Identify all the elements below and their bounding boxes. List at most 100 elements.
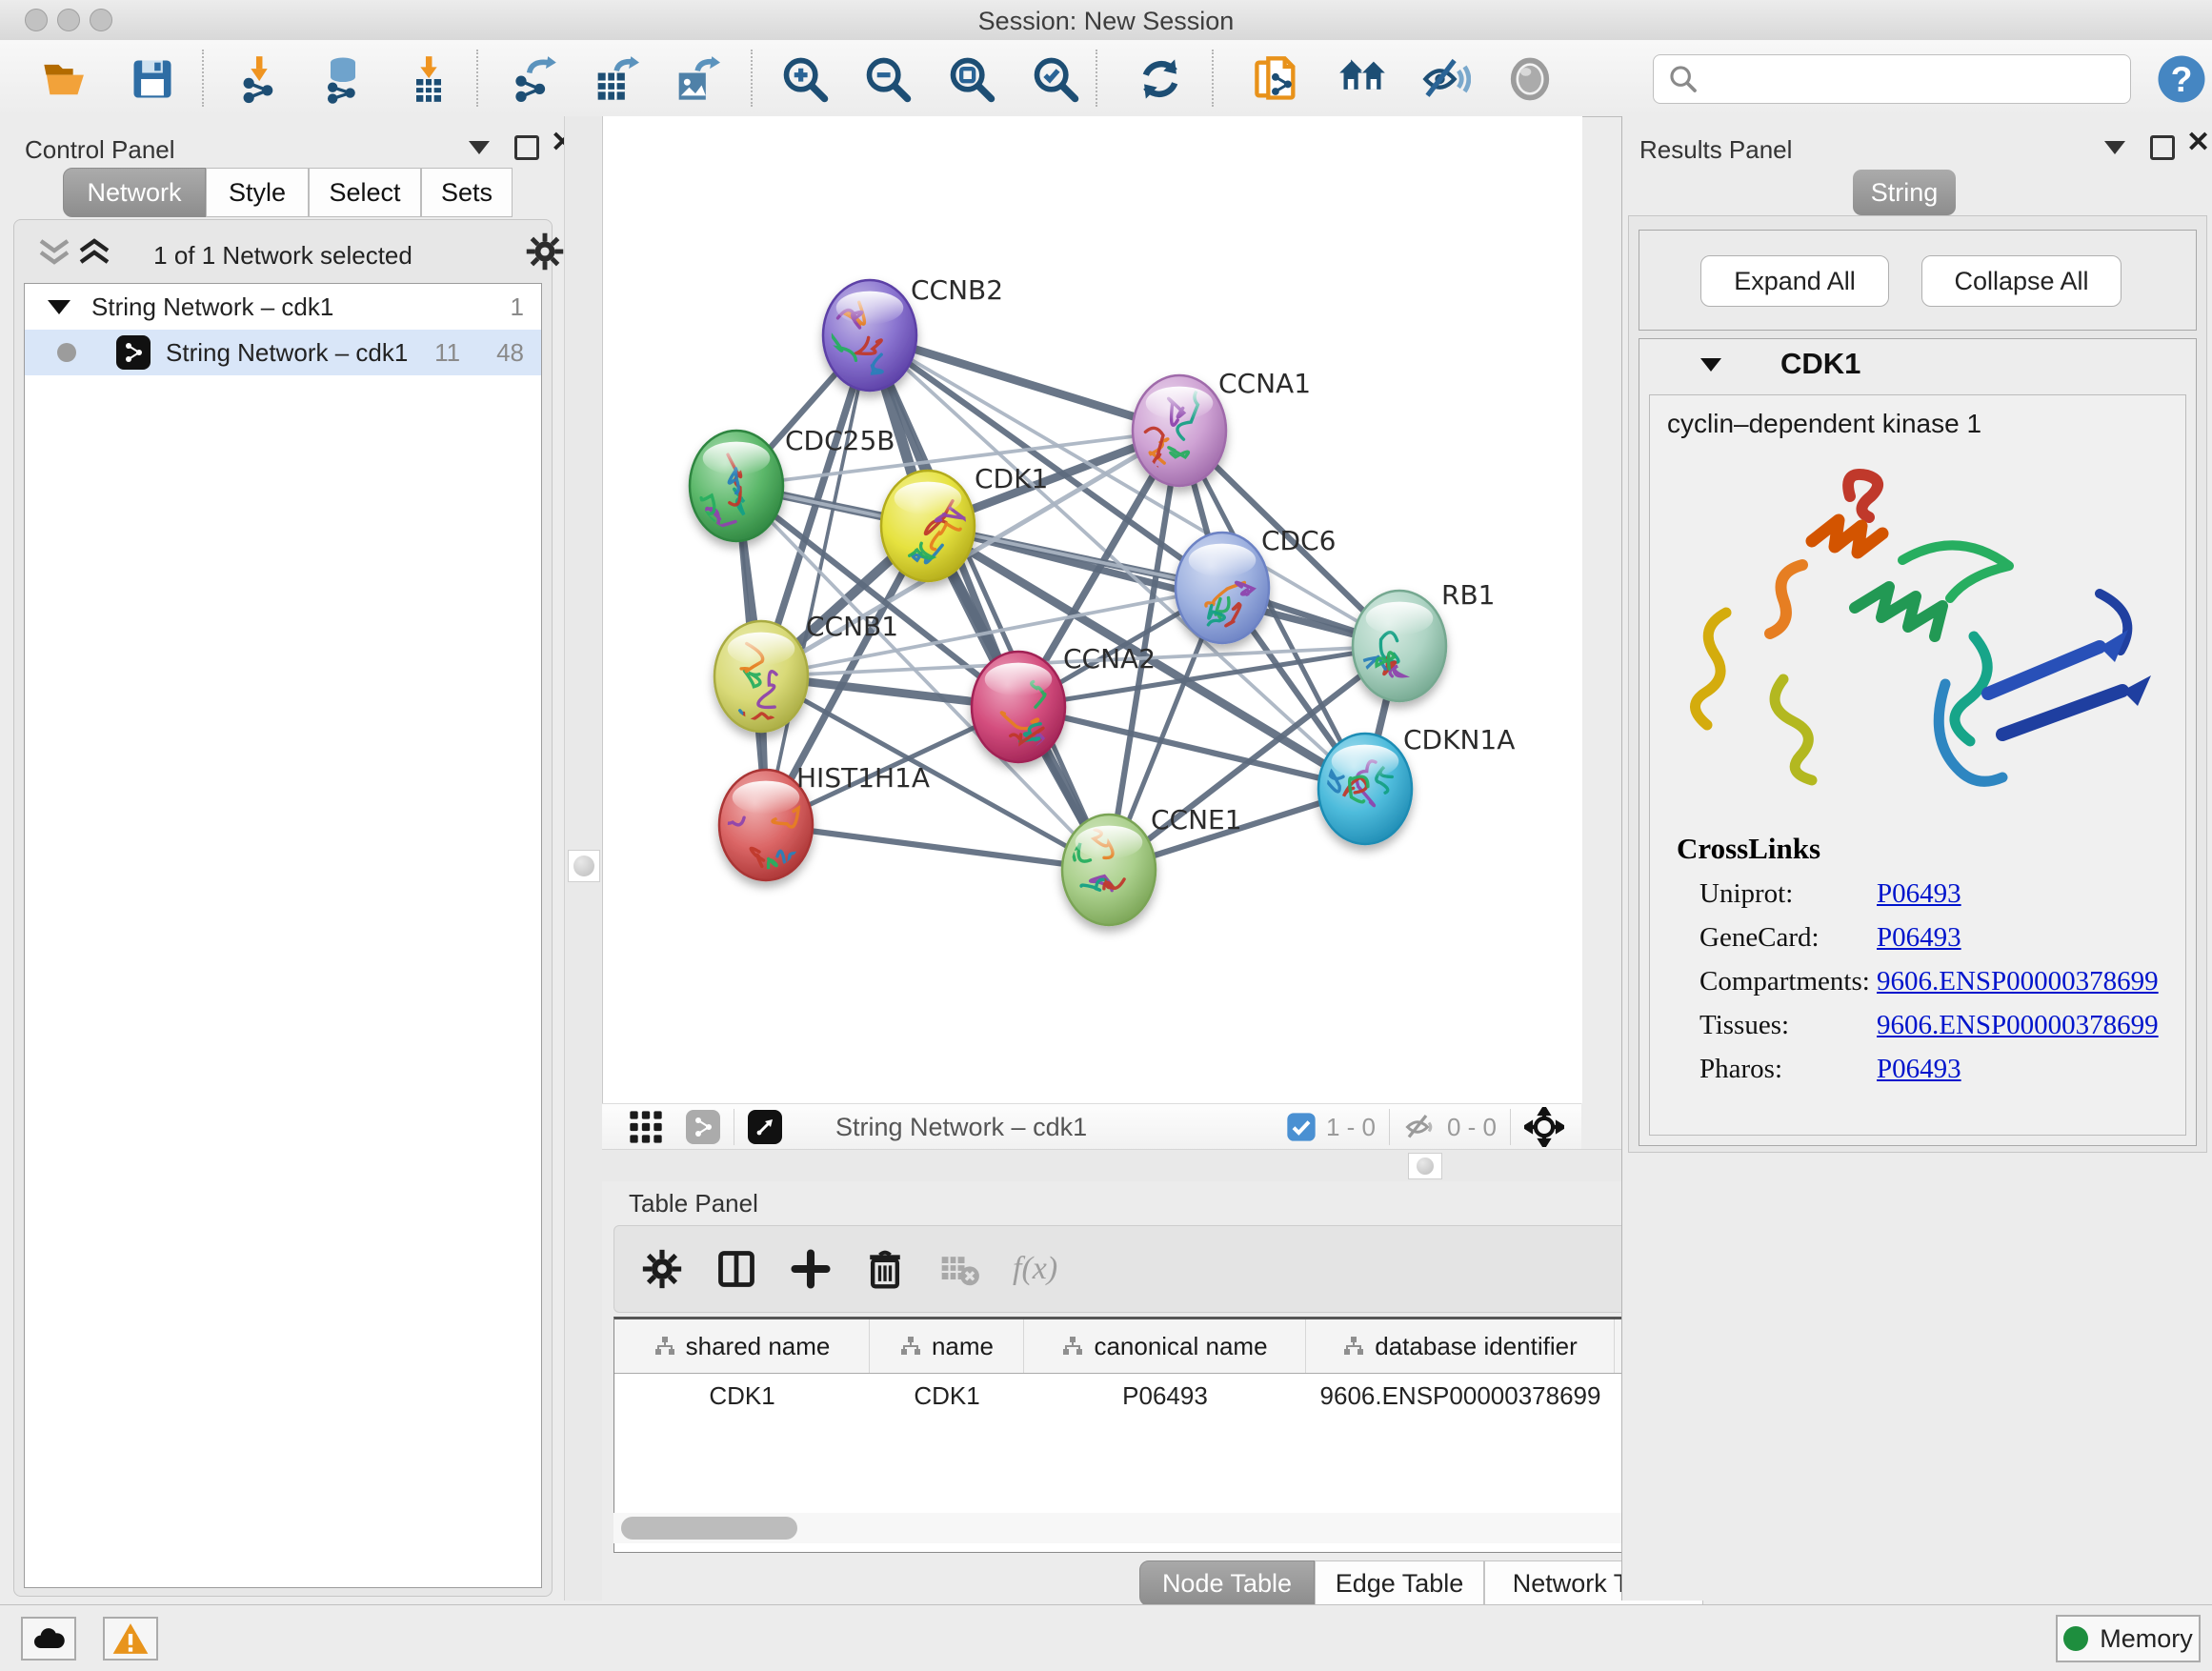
table-cell[interactable]: CDK1 — [614, 1381, 870, 1411]
table-splitter-handle[interactable] — [1408, 1153, 1442, 1179]
results-panel-title: Results Panel — [1639, 135, 1792, 165]
birdseye-view-icon[interactable] — [748, 1110, 782, 1144]
show-columns-icon[interactable] — [715, 1248, 757, 1290]
tab-select[interactable]: Select — [309, 168, 421, 217]
zoom-out-icon[interactable] — [861, 52, 915, 106]
search-box[interactable] — [1653, 54, 2131, 104]
gear-icon[interactable] — [525, 232, 565, 272]
memory-button[interactable]: Memory — [2056, 1615, 2201, 1662]
export-network-icon[interactable] — [507, 52, 560, 106]
hide-glasses-icon[interactable] — [1419, 52, 1473, 106]
zoom-in-icon[interactable] — [778, 52, 832, 106]
node-label-CCNA2: CCNA2 — [1063, 643, 1156, 674]
node-label-CDKN1A: CDKN1A — [1403, 724, 1515, 755]
panel-float-icon[interactable] — [514, 135, 539, 160]
table-gear-icon[interactable] — [641, 1248, 683, 1290]
node-RB1[interactable] — [1353, 591, 1446, 701]
zoom-fit-icon[interactable] — [945, 52, 998, 106]
scrollbar-thumb[interactable] — [621, 1517, 797, 1540]
node-CCNE1[interactable] — [1062, 815, 1156, 925]
crosslink-value-link[interactable]: P06493 — [1877, 878, 1961, 910]
network-tree: String Network – cdk1 1 String Network –… — [24, 283, 542, 1588]
node-CDKN1A[interactable] — [1318, 734, 1412, 844]
crosslink-value-link[interactable]: 9606.ENSP00000378699 — [1877, 966, 2159, 997]
node-label-RB1: RB1 — [1441, 579, 1495, 611]
crosslink-value-link[interactable]: P06493 — [1877, 922, 1961, 954]
zoom-selected-icon[interactable] — [1029, 52, 1082, 106]
tab-network[interactable]: Network — [63, 168, 206, 217]
table-cell[interactable]: 9606.ENSP00000378699 — [1306, 1381, 1615, 1411]
node-label-CCNB1: CCNB1 — [806, 611, 898, 642]
crosslink-value-link[interactable]: 9606.ENSP00000378699 — [1877, 1010, 2159, 1041]
search-icon — [1667, 63, 1699, 95]
open-session-icon[interactable] — [38, 52, 91, 106]
tab-edge-table[interactable]: Edge Table — [1315, 1560, 1484, 1606]
save-session-icon[interactable] — [126, 52, 179, 106]
expand-collapse-box: Expand All Collapse All — [1639, 230, 2197, 331]
panel-float-icon[interactable] — [2150, 135, 2175, 160]
node-CCNB1[interactable] — [714, 621, 808, 743]
node-CDC6[interactable] — [1176, 533, 1269, 643]
network-view-canvas[interactable]: CCNB2CCNA1CDC25BCDK1CDC6RB1CCNB1CCNA2CDK… — [602, 116, 1582, 1103]
node-label-CCNB2: CCNB2 — [911, 274, 1003, 306]
help-icon[interactable]: ? — [2155, 52, 2208, 106]
cloud-button[interactable] — [21, 1617, 76, 1661]
tab-string[interactable]: String — [1853, 170, 1956, 215]
gene-expander-icon[interactable] — [1700, 358, 1721, 372]
share-document-icon[interactable] — [1250, 52, 1303, 106]
left-splitter-handle[interactable] — [568, 850, 600, 882]
toolbar-divider — [1212, 50, 1214, 107]
table-cell[interactable]: P06493 — [1024, 1381, 1306, 1411]
column-header-canonicalname[interactable]: canonical name — [1024, 1319, 1306, 1373]
crosslink-value-link[interactable]: P06493 — [1877, 1054, 1961, 1085]
column-header-databaseidentifier[interactable]: database identifier — [1306, 1319, 1615, 1373]
tree-expander-icon[interactable] — [48, 300, 70, 314]
pan-crosshair-icon[interactable] — [1524, 1107, 1564, 1147]
expand-all-button[interactable]: Expand All — [1700, 255, 1889, 307]
import-network-database-icon[interactable] — [316, 52, 370, 106]
search-input[interactable] — [1709, 64, 2130, 95]
home-icon[interactable] — [1336, 52, 1389, 106]
network-graph[interactable]: CCNB2CCNA1CDC25BCDK1CDC6RB1CCNB1CCNA2CDK… — [603, 116, 1582, 1103]
cloud-icon — [30, 1620, 68, 1658]
tab-style[interactable]: Style — [206, 168, 309, 217]
crosslink-row: GeneCard:P06493 — [1699, 916, 2176, 959]
status-bar: Memory — [0, 1604, 2212, 1671]
node-CDC25B[interactable] — [690, 431, 783, 541]
network-collection-row[interactable]: String Network – cdk1 1 — [25, 284, 541, 330]
left-splitter[interactable] — [564, 116, 604, 1601]
node-label-CDC6: CDC6 — [1261, 525, 1336, 556]
import-network-file-icon[interactable] — [232, 52, 286, 106]
network-share-icon[interactable] — [686, 1110, 720, 1144]
column-header-sharedname[interactable]: shared name — [614, 1319, 870, 1373]
crosslink-row: Uniprot:P06493 — [1699, 872, 2176, 916]
export-table-icon[interactable] — [588, 52, 641, 106]
panel-collapse-icon[interactable] — [2104, 141, 2125, 154]
warning-icon — [111, 1620, 150, 1658]
collapse-all-button[interactable]: Collapse All — [1921, 255, 2122, 307]
network-row-selected[interactable]: String Network – cdk1 11 48 — [25, 330, 541, 375]
column-header-name[interactable]: name — [870, 1319, 1024, 1373]
network-view-toolbar: String Network – cdk1 1 - 0 0 - 0 — [602, 1103, 1581, 1150]
show-sphere-icon[interactable] — [1503, 52, 1557, 106]
svg-text:?: ? — [2171, 59, 2193, 99]
table-cell[interactable]: CDK1 — [870, 1381, 1024, 1411]
refresh-icon[interactable] — [1134, 52, 1187, 106]
network-selection-status: 1 of 1 Network selected — [14, 241, 552, 271]
node-CCNB2[interactable] — [821, 280, 916, 391]
node-CCNA1[interactable] — [1133, 375, 1226, 486]
node-CCNA2[interactable] — [972, 652, 1065, 762]
grid-view-icon[interactable] — [627, 1108, 665, 1146]
hidden-items-icon[interactable] — [1403, 1110, 1438, 1144]
panel-close-icon[interactable]: ✕ — [2186, 133, 2210, 152]
add-column-icon[interactable] — [790, 1248, 832, 1290]
panel-collapse-icon[interactable] — [469, 141, 490, 154]
warning-button[interactable] — [103, 1617, 158, 1661]
tab-node-table[interactable]: Node Table — [1139, 1560, 1315, 1606]
tab-sets[interactable]: Sets — [421, 168, 513, 217]
node-CDK1[interactable] — [881, 471, 975, 581]
delete-column-icon[interactable] — [864, 1248, 906, 1290]
import-table-file-icon[interactable] — [402, 52, 455, 106]
export-image-icon[interactable] — [669, 52, 722, 106]
selected-checkbox-icon[interactable] — [1286, 1112, 1317, 1142]
